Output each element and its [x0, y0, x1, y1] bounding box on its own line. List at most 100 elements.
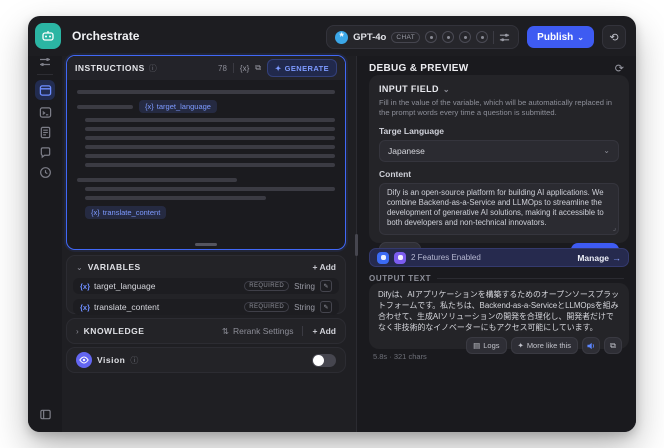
input-field-header[interactable]: INPUT FIELD ⌄ — [379, 84, 619, 94]
info-icon: ⓘ — [148, 63, 157, 73]
target-language-select[interactable]: Japanese ⌄ — [379, 139, 619, 162]
chat-mode-badge: CHAT — [391, 31, 421, 43]
variables-title: VARIABLES — [87, 262, 141, 272]
char-count: 78 — [218, 63, 227, 73]
version-history-button[interactable]: ⟲ — [602, 25, 626, 49]
debug-preview-panel: DEBUG & PREVIEW ⟳ INPUT FIELD ⌄ Fill in … — [355, 56, 636, 432]
chevron-right-icon[interactable]: › — [76, 327, 79, 336]
robot-icon — [40, 28, 56, 44]
skeleton-line — [85, 136, 335, 140]
skeleton-line — [85, 154, 335, 158]
skeleton-line — [85, 145, 335, 149]
vision-title: Vision — [97, 355, 126, 365]
rerank-icon: ⇅ — [221, 325, 229, 336]
sidebar-item-logs[interactable] — [35, 122, 55, 142]
sidebar-item-monitoring[interactable] — [35, 162, 55, 182]
required-badge: REQUIRED — [244, 302, 290, 312]
skeleton-line — [85, 196, 266, 200]
capability-icon-4 — [476, 31, 489, 43]
skeleton-line — [77, 90, 335, 94]
skeleton-line — [85, 163, 335, 167]
vision-card: Vision ⓘ — [66, 347, 346, 373]
chevron-down-icon: ⌄ — [603, 146, 610, 155]
output-text: Difyは、AIアプリケーションを構築するためのオープンソースプラットフォームで… — [378, 290, 619, 332]
skeleton-line — [85, 118, 335, 122]
variable-icon: {x} — [80, 302, 91, 312]
divider — [37, 74, 53, 75]
arrow-right-icon: → — [612, 252, 621, 263]
model-selector[interactable]: * GPT-4o CHAT — [326, 25, 520, 49]
sidebar-item-orchestrate[interactable] — [35, 80, 55, 100]
variables-card: ⌄ VARIABLES + Add {x} target_language RE… — [66, 255, 346, 315]
capability-icon-2 — [442, 31, 455, 43]
variable-chip-target-language[interactable]: {x} target_language — [139, 100, 217, 113]
collapse-sidebar-button[interactable] — [35, 404, 55, 424]
edit-variable-icon[interactable]: ✎ — [320, 280, 332, 292]
divider — [437, 278, 624, 279]
input-field-description: Fill in the value of the variable, which… — [379, 98, 612, 118]
sparkle-icon: ✦ — [274, 63, 282, 73]
knowledge-card: › KNOWLEDGE ⇅ Rerank Settings + Add — [66, 318, 346, 344]
vision-toggle[interactable] — [312, 353, 336, 367]
page: Orchestrate * GPT-4o CHAT Publish ⌄ ⟲ IN… — [0, 0, 664, 448]
capability-icon-1 — [425, 31, 438, 43]
insert-variable-icon[interactable]: {x} — [240, 64, 249, 73]
variable-row[interactable]: {x} target_language REQUIRED String ✎ — [73, 278, 339, 294]
model-settings-icon[interactable] — [499, 32, 510, 43]
instructions-body[interactable]: {x} target_language {x} translate_conten… — [67, 80, 345, 220]
instructions-title: INSTRUCTIONS — [75, 63, 145, 73]
sidebar — [28, 56, 62, 432]
skeleton-line — [85, 187, 335, 191]
input-field-card: INPUT FIELD ⌄ Fill in the value of the v… — [369, 75, 629, 263]
variable-chip-translate-content[interactable]: {x} translate_content — [85, 206, 167, 219]
copy-output-button[interactable]: ⧉ — [604, 337, 622, 354]
skeleton-line — [85, 127, 335, 131]
sidebar-item-annotations[interactable] — [35, 142, 55, 162]
add-variable-button[interactable]: + Add — [312, 262, 336, 272]
debug-preview-title: DEBUG & PREVIEW — [369, 63, 469, 74]
skeleton-line — [77, 104, 133, 109]
rerank-settings-button[interactable]: ⇅ Rerank Settings — [222, 326, 294, 337]
panel-drag-handle[interactable] — [355, 234, 358, 256]
app-logo[interactable] — [35, 23, 61, 49]
chevron-down-icon: ⌄ — [577, 32, 584, 42]
features-bar[interactable]: 2 Features Enabled Manage → — [369, 248, 629, 267]
divider — [302, 326, 304, 336]
sidebar-settings-button[interactable] — [35, 52, 55, 72]
copy-icon[interactable]: ⧉ — [255, 63, 261, 73]
features-enabled-text: 2 Features Enabled — [411, 253, 481, 262]
output-text-title: OUTPUT TEXT — [369, 274, 432, 283]
logs-icon: ▤ — [473, 341, 481, 350]
panel-resize-handle[interactable] — [195, 243, 217, 246]
resize-grip-icon[interactable]: ⌟ — [613, 224, 616, 233]
generate-button[interactable]: ✦ GENERATE — [266, 59, 337, 77]
variable-type: String — [294, 302, 315, 312]
page-title: Orchestrate — [72, 29, 140, 43]
openai-icon: * — [335, 30, 349, 44]
publish-button[interactable]: Publish ⌄ — [527, 26, 594, 48]
copy-icon: ⧉ — [610, 340, 616, 350]
more-like-this-button[interactable]: ✦ More like this — [510, 337, 578, 354]
content-textarea[interactable]: Dify is an open-source platform for buil… — [379, 182, 619, 235]
output-stats: 5.8s · 321 chars — [373, 352, 427, 361]
app-window: Orchestrate * GPT-4o CHAT Publish ⌄ ⟲ IN… — [28, 16, 636, 432]
content-label: Content — [379, 168, 412, 179]
chevron-down-icon: ⌄ — [442, 84, 451, 94]
refresh-icon[interactable]: ⟳ — [615, 62, 624, 75]
info-icon: ⓘ — [130, 355, 139, 365]
add-knowledge-button[interactable]: + Add — [312, 326, 336, 336]
edit-variable-icon[interactable]: ✎ — [320, 301, 332, 313]
manage-features-button[interactable]: Manage → — [577, 253, 621, 263]
variable-type: String — [294, 281, 315, 291]
required-badge: REQUIRED — [244, 281, 290, 291]
sidebar-item-terminal[interactable] — [35, 102, 55, 122]
logs-button[interactable]: ▤ Logs — [466, 337, 507, 354]
instructions-panel[interactable]: INSTRUCTIONS ⓘ 78 {x} ⧉ ✦ GENERATE {x} t… — [66, 55, 346, 250]
chevron-down-icon[interactable]: ⌄ — [76, 263, 83, 272]
text-to-speech-button[interactable] — [582, 337, 600, 354]
variable-icon: {x} — [80, 281, 91, 291]
variable-row[interactable]: {x} translate_content REQUIRED String ✎ — [73, 299, 339, 315]
instructions-header: INSTRUCTIONS ⓘ 78 {x} ⧉ ✦ GENERATE — [67, 56, 345, 80]
vision-icon — [76, 352, 92, 368]
divider — [493, 30, 495, 44]
